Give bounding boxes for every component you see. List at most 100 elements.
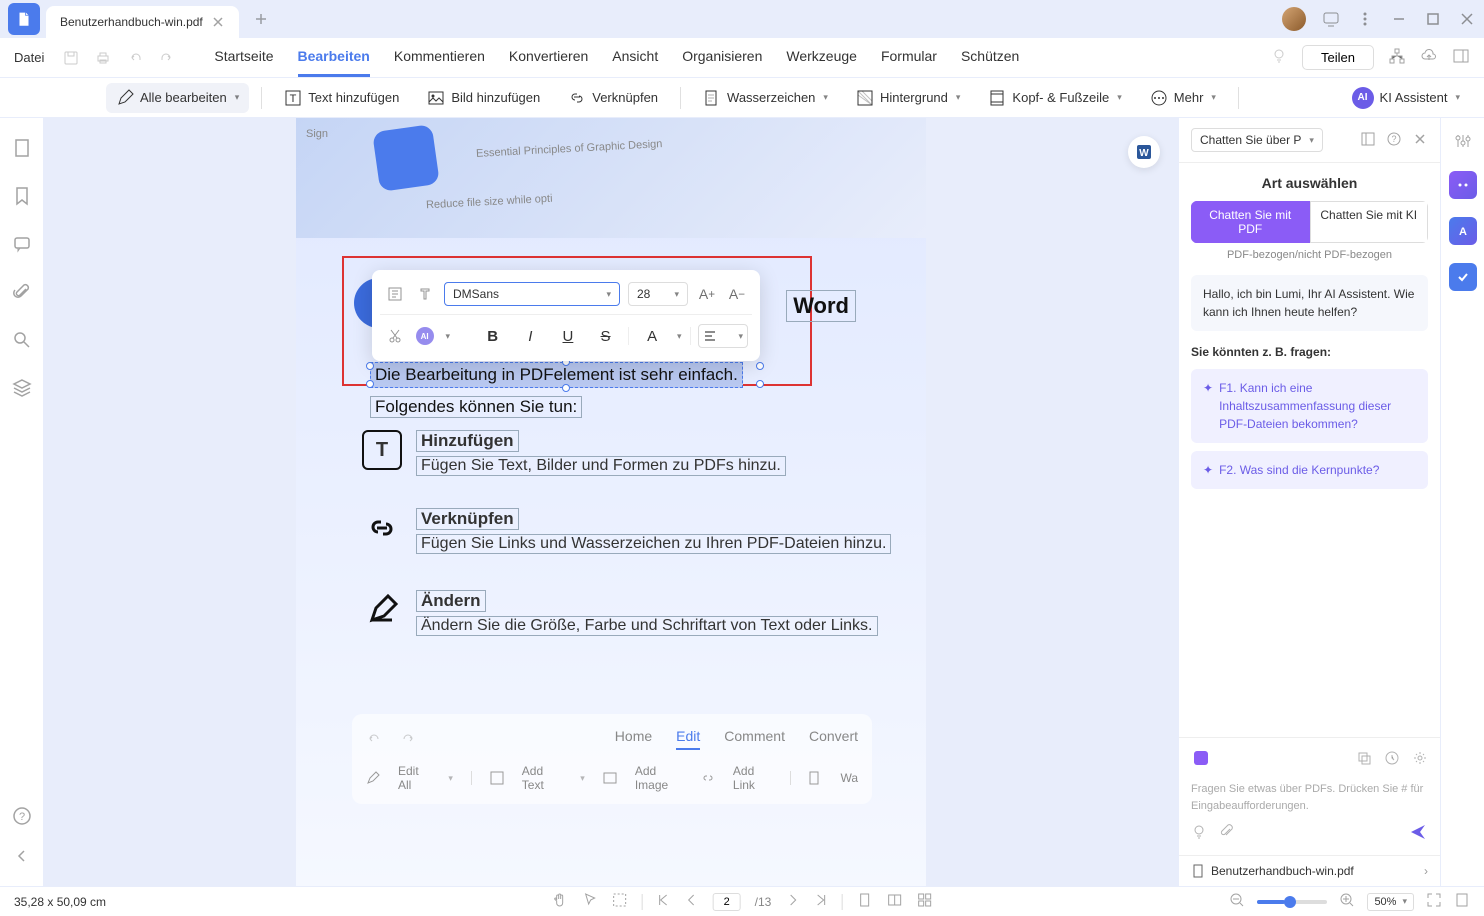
- zoom-area-icon[interactable]: [612, 892, 628, 911]
- ai-context-dropdown[interactable]: Chatten Sie über P ▾: [1191, 128, 1323, 152]
- add-image-button[interactable]: Bild hinzufügen: [417, 83, 550, 113]
- tab-organize[interactable]: Organisieren: [682, 38, 762, 77]
- background-button[interactable]: Hintergrund▾: [846, 83, 970, 113]
- minimize-icon[interactable]: [1390, 10, 1408, 28]
- underline-button[interactable]: U: [553, 323, 583, 349]
- next-page-icon[interactable]: [785, 893, 799, 910]
- cut-icon[interactable]: [384, 325, 406, 347]
- bulb-icon[interactable]: [1191, 824, 1207, 843]
- zoom-in-icon[interactable]: [1339, 892, 1355, 911]
- lightbulb-icon[interactable]: [1270, 47, 1288, 68]
- section-title[interactable]: Verknüpfen: [416, 508, 519, 530]
- add-text-button[interactable]: T Text hinzufügen: [274, 83, 409, 113]
- fit-page-icon[interactable]: [1454, 892, 1470, 911]
- document-area[interactable]: W Essential Principles of Graphic Design…: [44, 118, 1178, 886]
- fit-width-icon[interactable]: [856, 892, 872, 911]
- close-icon[interactable]: [211, 15, 225, 29]
- resize-handle[interactable]: [756, 380, 764, 388]
- text-align-select[interactable]: ▾: [698, 324, 748, 348]
- edit-all-button[interactable]: Alle bearbeiten▾: [106, 83, 249, 113]
- zoom-slider[interactable]: [1257, 900, 1327, 904]
- section-desc[interactable]: Fügen Sie Links und Wasserzeichen zu Ihr…: [416, 534, 891, 554]
- ai-chat-tile[interactable]: [1449, 171, 1477, 199]
- send-icon[interactable]: [1408, 822, 1428, 845]
- resize-handle[interactable]: [562, 384, 570, 392]
- zoom-level-select[interactable]: 50%▾: [1367, 893, 1414, 911]
- ai-suggestion-2[interactable]: ✦ F2. Was sind die Kernpunkte?: [1191, 451, 1428, 489]
- undo-icon[interactable]: [124, 47, 146, 69]
- ai-rewrite-icon[interactable]: AI: [414, 325, 436, 347]
- tab-form[interactable]: Formular: [881, 38, 937, 77]
- history-icon[interactable]: [1384, 750, 1400, 769]
- attach-icon[interactable]: [1219, 824, 1235, 843]
- bookmarks-icon[interactable]: [12, 186, 32, 206]
- document-tab[interactable]: Benutzerhandbuch-win.pdf: [46, 6, 239, 38]
- maximize-icon[interactable]: [1424, 10, 1442, 28]
- increase-font-icon[interactable]: A+: [696, 283, 718, 305]
- section-desc[interactable]: Ändern Sie die Größe, Farbe und Schrifta…: [416, 616, 878, 636]
- selected-text-box[interactable]: Die Bearbeitung in PDFelement ist sehr e…: [370, 362, 743, 388]
- tab-view[interactable]: Ansicht: [612, 38, 658, 77]
- font-size-select[interactable]: 28 ▾: [628, 282, 688, 306]
- zoom-out-icon[interactable]: [1229, 892, 1245, 911]
- tab-comment[interactable]: Kommentieren: [394, 38, 485, 77]
- link-button[interactable]: Verknüpfen: [558, 83, 668, 113]
- print-icon[interactable]: [92, 47, 114, 69]
- last-page-icon[interactable]: [813, 893, 827, 910]
- save-icon[interactable]: [60, 47, 82, 69]
- bold-button[interactable]: B: [478, 323, 508, 349]
- section-title[interactable]: Hinzufügen: [416, 430, 519, 452]
- tab-protect[interactable]: Schützen: [961, 38, 1019, 77]
- header-footer-button[interactable]: Kopf- & Fußzeile▾: [978, 83, 1131, 113]
- feedback-icon[interactable]: [1322, 10, 1340, 28]
- font-family-select[interactable]: DMSans ▾: [444, 282, 620, 306]
- comments-icon[interactable]: [12, 234, 32, 254]
- fullscreen-icon[interactable]: [1426, 892, 1442, 911]
- first-page-icon[interactable]: [657, 893, 671, 910]
- resize-handle[interactable]: [366, 380, 374, 388]
- more-button[interactable]: Mehr▾: [1140, 83, 1226, 113]
- new-tab-button[interactable]: [249, 7, 273, 31]
- sliders-icon[interactable]: [1454, 132, 1472, 153]
- close-window-icon[interactable]: [1458, 10, 1476, 28]
- intro-text[interactable]: Folgendes können Sie tun:: [370, 396, 582, 418]
- strikethrough-button[interactable]: S: [591, 323, 621, 349]
- ai-suggestion-1[interactable]: ✦ F1. Kann ich eine Inhaltszusammenfassu…: [1191, 369, 1428, 443]
- decrease-font-icon[interactable]: A−: [726, 283, 748, 305]
- copy-icon[interactable]: [1356, 750, 1372, 769]
- collapse-icon[interactable]: [12, 846, 32, 866]
- redo-icon[interactable]: [156, 47, 178, 69]
- watermark-button[interactable]: Wasserzeichen▾: [693, 83, 838, 113]
- file-menu[interactable]: Datei: [14, 50, 44, 65]
- prev-page-icon[interactable]: [685, 893, 699, 910]
- resize-handle[interactable]: [366, 362, 374, 370]
- help-icon[interactable]: ?: [12, 806, 32, 826]
- grid-view-icon[interactable]: [916, 892, 932, 911]
- read-mode-icon[interactable]: [886, 892, 902, 911]
- ai-tab-pdf[interactable]: Chatten Sie mit PDF: [1191, 201, 1310, 243]
- italic-button[interactable]: I: [515, 323, 545, 349]
- expand-icon[interactable]: [1360, 131, 1376, 150]
- tab-tools[interactable]: Werkzeuge: [786, 38, 857, 77]
- ai-tab-general[interactable]: Chatten Sie mit KI: [1310, 201, 1429, 243]
- close-panel-icon[interactable]: [1412, 131, 1428, 150]
- share-button[interactable]: Teilen: [1302, 45, 1374, 70]
- tab-home[interactable]: Startseite: [214, 38, 273, 77]
- layers-icon[interactable]: [12, 378, 32, 398]
- select-tool-icon[interactable]: [582, 892, 598, 911]
- font-color-button[interactable]: A: [637, 323, 667, 349]
- tab-edit[interactable]: Bearbeiten: [298, 38, 370, 77]
- ai-input-placeholder[interactable]: Fragen Sie etwas über PDFs. Drücken Sie …: [1191, 781, 1428, 814]
- cloud-icon[interactable]: [1420, 47, 1438, 68]
- ai-assistant-button[interactable]: AI KI Assistent▾: [1342, 81, 1470, 115]
- page-number-input[interactable]: [713, 893, 741, 911]
- sitemap-icon[interactable]: [1388, 47, 1406, 68]
- paragraph-icon[interactable]: [414, 283, 436, 305]
- translate-tile[interactable]: A: [1449, 217, 1477, 245]
- ai-context-file[interactable]: Benutzerhandbuch-win.pdf ›: [1179, 855, 1440, 886]
- section-desc[interactable]: Fügen Sie Text, Bilder und Formen zu PDF…: [416, 456, 786, 476]
- check-tile[interactable]: [1449, 263, 1477, 291]
- kebab-icon[interactable]: [1356, 10, 1374, 28]
- user-avatar[interactable]: [1282, 7, 1306, 31]
- panel-icon[interactable]: [1452, 47, 1470, 68]
